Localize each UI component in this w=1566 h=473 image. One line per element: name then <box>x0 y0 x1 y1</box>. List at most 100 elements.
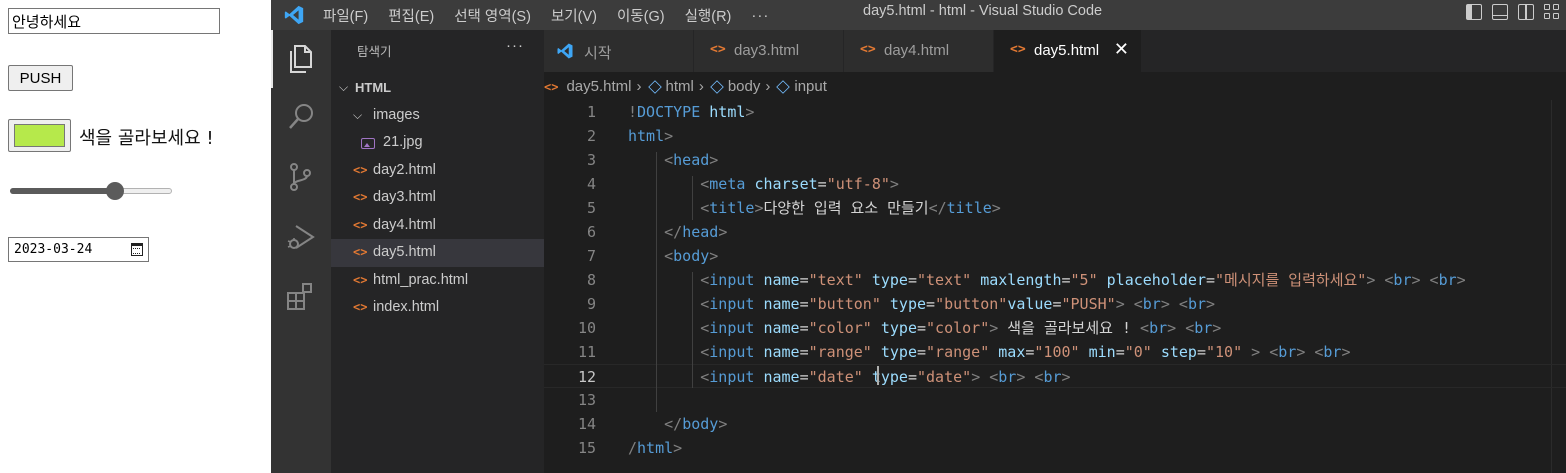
code-line[interactable]: 7 <body> <box>544 244 1566 268</box>
breadcrumb-item[interactable]: html <box>666 78 694 95</box>
browser-preview: PUSH 색을 골라보세요 ! 2023-03-24 <box>0 0 271 473</box>
code-token: br <box>1043 368 1062 386</box>
search-icon[interactable] <box>271 88 331 146</box>
code-line[interactable]: 9 <input name="button" type="button"valu… <box>544 292 1566 316</box>
toggle-sidebar-icon[interactable] <box>1466 4 1482 20</box>
indent-guide <box>692 272 693 388</box>
code-token: name <box>763 319 800 337</box>
code-line[interactable]: 15/html> <box>544 436 1566 460</box>
close-icon[interactable]: ✕ <box>1114 39 1129 60</box>
file-item[interactable]: <> index.html <box>331 294 544 322</box>
line-number: 4 <box>586 175 596 193</box>
html-file-icon: <> <box>353 162 368 177</box>
file-item[interactable]: <> day5.html <box>331 239 544 267</box>
code-line[interactable]: 13 <box>544 388 1566 412</box>
code-token: "utf-8" <box>826 175 890 193</box>
source-control-icon[interactable] <box>271 148 331 206</box>
code-token: < <box>664 247 674 265</box>
breadcrumb-item[interactable]: input <box>794 78 827 95</box>
code-line[interactable]: 5 <title>다양한 입력 요소 만들기</title> <box>544 196 1566 220</box>
file-item[interactable]: 21.jpg <box>331 129 544 157</box>
push-button[interactable]: PUSH <box>8 65 73 91</box>
line-number: 11 <box>577 343 596 361</box>
code-text: <input name="text" type="text" maxlength… <box>628 268 1465 292</box>
toggle-panel-icon[interactable] <box>1492 4 1508 20</box>
code-token: "메시지를 입력하세요" <box>1215 271 1367 289</box>
toggle-secondary-sidebar-icon[interactable] <box>1518 4 1534 20</box>
line-number: 1 <box>586 103 596 121</box>
code-token: DOCTYPE <box>637 103 701 121</box>
code-line[interactable]: 8 <input name="text" type="text" maxleng… <box>544 268 1566 292</box>
run-debug-icon[interactable] <box>271 208 331 266</box>
code-text: <title>다양한 입력 요소 만들기</title> <box>628 196 1001 220</box>
file-item[interactable]: <> day3.html <box>331 184 544 212</box>
code-line[interactable]: 11 <input name="range" type="range" max=… <box>544 340 1566 364</box>
code-token: > <box>1411 271 1421 289</box>
code-text: html> <box>628 124 673 148</box>
menu-item[interactable]: 이동(G) <box>617 5 665 26</box>
menu-item[interactable]: 편집(E) <box>388 5 434 26</box>
menu-item[interactable]: 보기(V) <box>551 5 597 26</box>
color-swatch <box>14 124 65 147</box>
calendar-icon[interactable] <box>131 243 143 256</box>
code-token: </ <box>664 415 683 433</box>
code-token: "5" <box>1070 271 1098 289</box>
code-line[interactable]: 6 </head> <box>544 220 1566 244</box>
extensions-icon[interactable] <box>271 268 331 326</box>
code-token: type <box>880 343 917 361</box>
code-line[interactable]: 3 <head> <box>544 148 1566 172</box>
explorer-title: 탐색기 <box>357 45 392 59</box>
editor-tab[interactable]: <> day4.html <box>844 30 994 72</box>
explorer-icon[interactable] <box>271 30 331 88</box>
file-item[interactable]: <> html_prac.html <box>331 267 544 295</box>
editor-tab[interactable]: <> day5.html ✕ <box>994 30 1142 72</box>
date-input[interactable]: 2023-03-24 <box>8 237 149 262</box>
code-token: </ <box>664 223 683 241</box>
range-slider[interactable] <box>10 182 172 200</box>
code-token: </ <box>928 199 947 217</box>
color-picker[interactable] <box>8 119 71 152</box>
editor-tab[interactable]: 시작 <box>544 30 694 72</box>
breadcrumb-item[interactable]: body <box>728 78 761 95</box>
file-label: 21.jpg <box>383 134 423 150</box>
file-label: index.html <box>373 299 440 315</box>
customize-layout-icon[interactable] <box>1544 4 1560 20</box>
code-token: ! <box>628 103 638 121</box>
editor-tab[interactable]: <> day3.html <box>694 30 844 72</box>
menu-item[interactable]: 파일(F) <box>323 5 368 26</box>
window-title: day5.html - html - Visual Studio Code <box>863 3 1103 19</box>
file-item[interactable]: <> day4.html <box>331 212 544 240</box>
more-actions-icon[interactable]: ··· <box>506 37 524 54</box>
more-menu-icon[interactable]: ··· <box>751 7 769 24</box>
code-token: < <box>700 175 710 193</box>
menu-item[interactable]: 선택 영역(S) <box>454 5 531 26</box>
range-thumb[interactable] <box>106 182 125 200</box>
code-editor[interactable]: 1 !DOCTYPE html> 2 html> 3 <head> 4 <meta cha… <box>544 100 1566 473</box>
code-token: "text" <box>808 271 863 289</box>
code-token: "color" <box>926 319 990 337</box>
code-token: > <box>1167 319 1177 337</box>
code-line[interactable]: 10 <input name="color" type="color"> 색을 … <box>544 316 1566 340</box>
menu-item[interactable]: 실행(R) <box>685 5 732 26</box>
breadcrumb-item[interactable]: day5.html <box>566 78 631 95</box>
code-line[interactable]: 12 <input name="date" type="date"> <br> … <box>544 364 1566 388</box>
code-token: br <box>1149 319 1168 337</box>
file-item[interactable]: <> day2.html <box>331 157 544 185</box>
code-line[interactable]: 4 <meta charset="utf-8"> <box>544 172 1566 196</box>
code-line[interactable]: 14 </body> <box>544 412 1566 436</box>
code-token: head <box>673 151 710 169</box>
code-token: name <box>763 295 800 313</box>
code-line[interactable]: 2 html> <box>544 124 1566 148</box>
text-input[interactable] <box>8 8 220 34</box>
folder-images[interactable]: ⌵ images <box>331 102 544 130</box>
folder-root[interactable]: ⌵ HTML <box>331 74 544 102</box>
code-line[interactable]: 1 !DOCTYPE html> <box>544 100 1566 124</box>
